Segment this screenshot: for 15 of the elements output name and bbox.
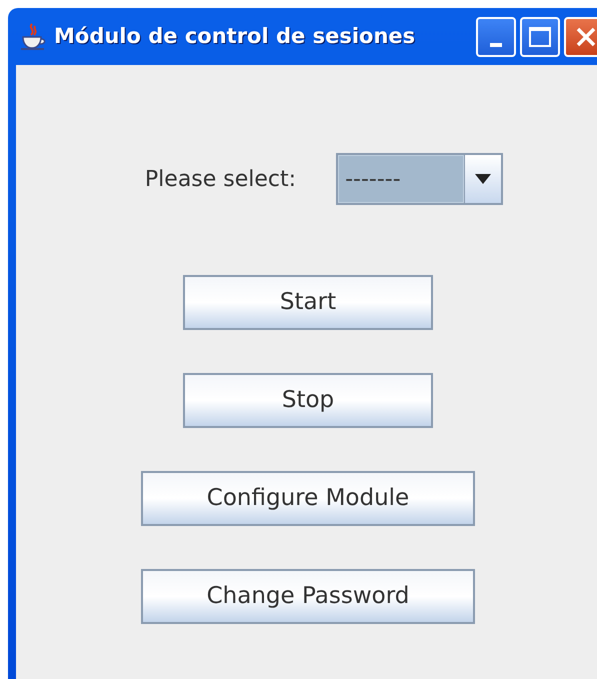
select-label: Please select: (144, 166, 296, 194)
action-button[interactable]: Start (183, 275, 433, 330)
coffee-cup-icon (20, 22, 46, 52)
session-dropdown[interactable]: ------- (336, 153, 504, 205)
close-button[interactable] (564, 16, 597, 56)
maximize-icon (529, 26, 551, 46)
dropdown-arrow-icon (475, 174, 492, 184)
window-title: Módulo de control de sesiones (54, 22, 416, 50)
minimize-icon (490, 42, 502, 46)
minimize-button[interactable] (476, 16, 516, 56)
action-button[interactable]: Stop (183, 373, 433, 428)
maximize-button[interactable] (520, 16, 560, 56)
close-icon (575, 26, 597, 48)
action-button[interactable]: Configure Module (141, 471, 475, 526)
action-button[interactable]: Change Password (141, 569, 475, 624)
